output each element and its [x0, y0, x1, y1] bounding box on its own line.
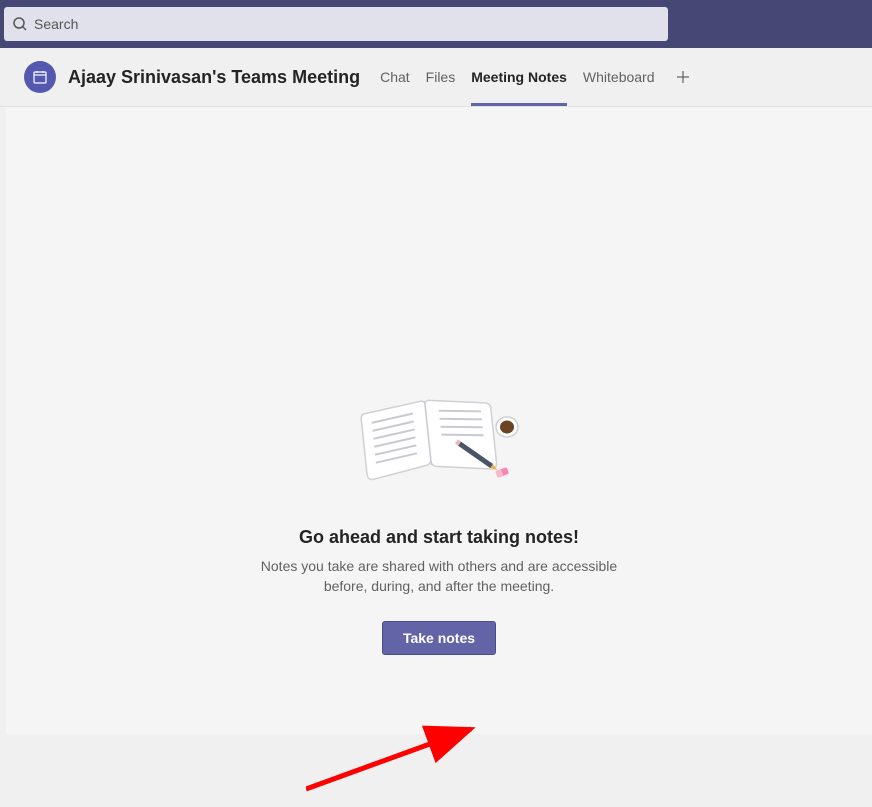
take-notes-button[interactable]: Take notes: [382, 621, 496, 655]
annotation-arrow: [306, 707, 506, 807]
tab-meeting-notes[interactable]: Meeting Notes: [463, 48, 575, 106]
empty-state: Go ahead and start taking notes! Notes y…: [229, 387, 649, 655]
top-bar: [0, 0, 872, 48]
tab-whiteboard[interactable]: Whiteboard: [575, 48, 663, 106]
meeting-icon: [24, 61, 56, 93]
content-area: Go ahead and start taking notes! Notes y…: [6, 107, 872, 734]
header-bar: Ajaay Srinivasan's Teams Meeting Chat Fi…: [0, 48, 872, 107]
search-icon: [12, 16, 28, 32]
tabs: Chat Files Meeting Notes Whiteboard: [372, 48, 698, 106]
tab-chat[interactable]: Chat: [372, 48, 418, 106]
notes-illustration: [354, 387, 524, 497]
meeting-title: Ajaay Srinivasan's Teams Meeting: [68, 67, 360, 88]
search-box[interactable]: [4, 7, 668, 41]
empty-state-description: Notes you take are shared with others an…: [229, 556, 649, 597]
add-tab-button[interactable]: [667, 61, 699, 93]
search-input[interactable]: [34, 16, 660, 32]
tab-files[interactable]: Files: [418, 48, 464, 106]
empty-state-title: Go ahead and start taking notes!: [229, 527, 649, 548]
